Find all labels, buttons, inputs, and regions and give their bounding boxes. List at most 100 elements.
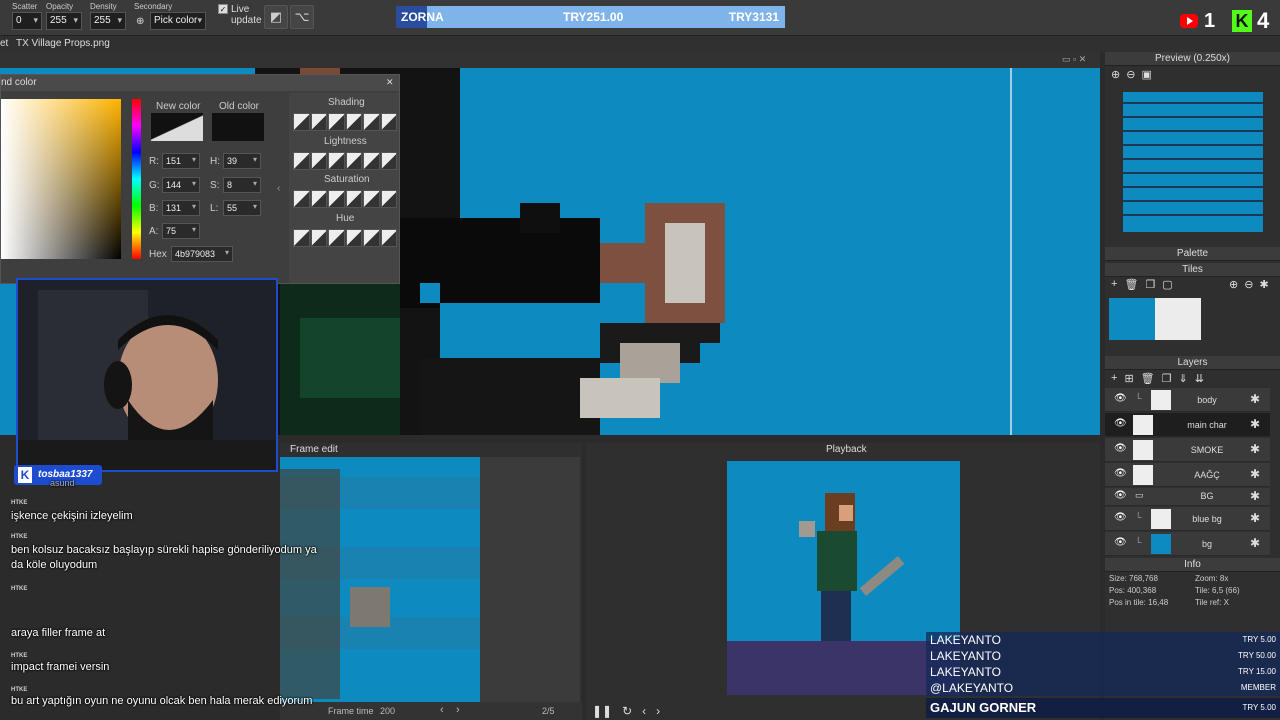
frame-time-field[interactable]: 200	[380, 706, 395, 716]
trash-icon[interactable]: 🗑	[1141, 372, 1155, 385]
chevron-left-icon[interactable]: ‹	[642, 704, 646, 718]
density-label: Density	[90, 2, 117, 11]
scatter-select[interactable]: 0	[12, 12, 42, 30]
saturation-ramp[interactable]	[293, 190, 397, 208]
eye-icon[interactable]: 👁	[1114, 512, 1127, 523]
brush-shape-button[interactable]: ◩	[264, 5, 288, 29]
eye-icon[interactable]: 👁	[1114, 418, 1127, 429]
tab-file[interactable]: TX Village Props.png	[16, 38, 110, 49]
live-update-checkbox[interactable]: ✓	[218, 4, 228, 14]
donation-name: ZORNA	[401, 10, 444, 24]
preview-thumbnail[interactable]	[1123, 92, 1263, 232]
gear-icon[interactable]: ✱	[1250, 536, 1260, 550]
info-pos-tile: Pos in tile: 16,48	[1109, 598, 1169, 607]
layer-row[interactable]: 👁 └ bg ✱	[1105, 532, 1270, 556]
hue-ramp[interactable]	[293, 229, 397, 247]
collapse-arrow-icon[interactable]: ‹	[277, 183, 280, 194]
pause-icon[interactable]: ❚❚	[592, 704, 612, 718]
donor-name: GAJUN GORNER	[930, 700, 1037, 715]
gear-icon[interactable]: ✱	[1250, 511, 1260, 525]
window-controls-icon[interactable]: ▭ ▫ ✕	[1062, 54, 1086, 65]
copy-icon[interactable]: ❐	[1145, 278, 1155, 291]
eye-icon[interactable]: 👁	[1114, 490, 1127, 501]
gear-icon[interactable]: ✱	[1250, 442, 1260, 456]
layers-title: Layers	[1105, 356, 1280, 370]
r-label: R:	[149, 156, 159, 167]
close-icon[interactable]: ✕	[386, 77, 394, 88]
eye-icon[interactable]: 👁	[1114, 468, 1127, 479]
zoom-in-icon[interactable]: ⊕	[1229, 278, 1238, 291]
frame-time-label: Frame time	[328, 706, 374, 716]
add-group-icon[interactable]: ⊞	[1124, 372, 1133, 385]
zoom-in-icon[interactable]: ⊕	[1111, 68, 1120, 81]
tile-blue[interactable]	[1109, 298, 1155, 340]
eye-icon[interactable]: 👁	[1114, 393, 1127, 404]
duplicate-icon[interactable]: ❐	[1162, 372, 1172, 385]
tile-blank[interactable]	[1155, 298, 1201, 340]
right-panels: Preview (0.250x) ⊕ ⊖ ▣ Palette Tiles + 🗑…	[1105, 52, 1280, 720]
gear-icon[interactable]: ✱	[1250, 489, 1260, 503]
chevron-left-icon[interactable]: ‹	[440, 704, 444, 716]
layer-row[interactable]: 👁 SMOKE ✱	[1105, 438, 1270, 462]
h-field[interactable]: 39	[223, 153, 261, 169]
b-field[interactable]: 131	[162, 200, 200, 216]
brush-mode-button[interactable]: ⌥	[290, 5, 314, 29]
r-field[interactable]: 151	[162, 153, 200, 169]
s-field[interactable]: 8	[223, 177, 261, 193]
flatten-icon[interactable]: ⇊	[1195, 372, 1204, 385]
zoom-out-icon[interactable]: ⊖	[1244, 278, 1253, 291]
density-control: Density 255	[90, 2, 126, 30]
layer-name: main char	[1187, 420, 1227, 430]
tab-prefix[interactable]: et	[0, 38, 8, 49]
hue-slider[interactable]	[132, 99, 141, 259]
add-layer-icon[interactable]: +	[1111, 372, 1117, 385]
donor-row: LAKEYANTO TRY 50.00	[926, 648, 1280, 664]
eye-icon[interactable]: 👁	[1114, 537, 1127, 548]
kick-count: 4	[1257, 8, 1270, 33]
gear-icon[interactable]: ✱	[1250, 392, 1260, 406]
donor-row: LAKEYANTO TRY 5.00	[926, 632, 1280, 648]
info-pos: Pos: 400,368	[1109, 586, 1157, 595]
donor-amount: TRY 15.00	[1238, 667, 1276, 676]
g-field[interactable]: 144	[162, 177, 200, 193]
secondary-select[interactable]: Pick color	[150, 12, 206, 30]
chat-message: araya filler frame at	[11, 627, 106, 639]
chevron-right-icon[interactable]: ›	[456, 704, 460, 716]
trash-icon[interactable]: 🗑	[1124, 278, 1138, 291]
layer-row-selected[interactable]: 👁 main char ✱	[1105, 413, 1270, 437]
zoom-out-icon[interactable]: ⊖	[1126, 68, 1135, 81]
gear-icon[interactable]: ✱	[1250, 417, 1260, 431]
gear-icon[interactable]: ✱	[1259, 278, 1268, 291]
layer-row[interactable]: 👁 AAĞÇ ✱	[1105, 463, 1270, 487]
donor-amount: MEMBER	[1240, 683, 1276, 692]
density-select[interactable]: 255	[90, 12, 126, 30]
saturation-value-picker[interactable]	[1, 99, 121, 259]
image-icon[interactable]: ▣	[1141, 68, 1151, 81]
live-update-toggle[interactable]: ✓ Live update	[218, 4, 263, 26]
loop-icon[interactable]: ↻	[622, 704, 632, 718]
chevron-right-icon[interactable]: ›	[656, 704, 660, 718]
merge-icon[interactable]: ⇓	[1179, 372, 1188, 385]
gear-icon[interactable]: ✱	[1250, 467, 1260, 481]
layer-row[interactable]: 👁 └ blue bg ✱	[1105, 507, 1270, 531]
l-field[interactable]: 55	[223, 200, 261, 216]
donation-current: TRY251.00	[563, 10, 624, 24]
layer-group-row[interactable]: 👁 ▭ BG ✱	[1105, 488, 1270, 506]
a-field[interactable]: 75	[162, 223, 200, 239]
layer-row[interactable]: 👁 └ body ✱	[1105, 388, 1270, 412]
lightness-ramp[interactable]	[293, 152, 397, 170]
donation-goal-bar: ZORNA TRY251.00 TRY3131	[396, 6, 785, 28]
eye-icon[interactable]: 👁	[1114, 443, 1127, 454]
chat-badge: HTKE	[11, 586, 28, 592]
layer-thumbnail	[1133, 415, 1153, 435]
donation-goal: TRY3131	[728, 10, 779, 24]
canvas-titlebar: ▭ ▫ ✕	[0, 52, 1100, 68]
hue-label: Hue	[336, 213, 355, 224]
scatter-label: Scatter	[12, 2, 38, 11]
kick-icon: K	[1232, 10, 1252, 32]
add-icon[interactable]: +	[1111, 278, 1117, 291]
frame-icon[interactable]: ▢	[1162, 278, 1172, 291]
hex-field[interactable]: 4b979083	[171, 246, 233, 262]
opacity-select[interactable]: 255	[46, 12, 82, 30]
shading-ramp[interactable]	[293, 113, 397, 131]
